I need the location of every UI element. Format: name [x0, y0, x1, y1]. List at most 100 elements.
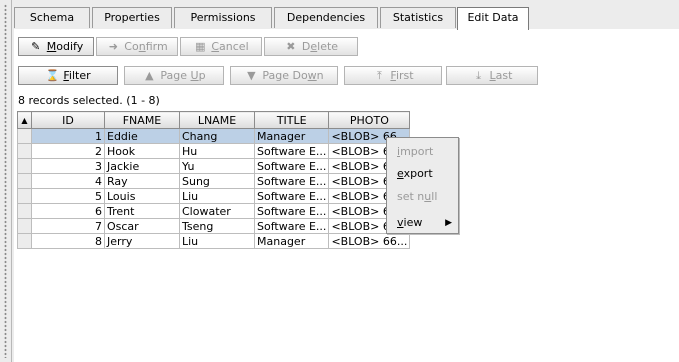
page-down-icon: ▼	[247, 68, 256, 82]
tab-dependencies[interactable]: Dependencies	[274, 7, 378, 28]
tab-label: Dependencies	[286, 11, 366, 24]
filter-button[interactable]: ⌛ Filter	[18, 66, 118, 85]
button-label: Page Down	[262, 69, 324, 82]
button-label: Modify	[46, 40, 84, 53]
cell-title[interactable]: Manager	[253, 128, 330, 144]
tab-schema[interactable]: Schema	[14, 7, 90, 28]
page-down-button[interactable]: ▼ Page Down	[230, 66, 338, 85]
row-header[interactable]	[17, 188, 32, 204]
tab-label: Schema	[29, 11, 75, 24]
row-header[interactable]	[17, 128, 32, 144]
header-row: ▲ ID FNAME LNAME TITLE PHOTO	[17, 111, 411, 129]
cell-lname[interactable]: Tseng	[179, 218, 255, 234]
grip-dots	[4, 4, 7, 358]
tab-properties[interactable]: Properties	[92, 7, 172, 28]
cancel-button[interactable]: ▦ Cancel	[180, 37, 262, 56]
last-button[interactable]: ⤓ Last	[446, 66, 538, 85]
cell-fname[interactable]: Jerry	[104, 233, 180, 249]
menu-item-set-null[interactable]: set null	[387, 187, 458, 207]
cell-id[interactable]: 4	[31, 173, 105, 189]
first-icon: ⤒	[376, 68, 382, 82]
confirm-icon: ➜	[108, 39, 118, 53]
row-header[interactable]	[17, 233, 32, 249]
table-row[interactable]: 6 Trent Clowater Software E... <BLOB> 66…	[17, 203, 411, 219]
cell-id[interactable]: 7	[31, 218, 105, 234]
table-row[interactable]: 8 Jerry Liu Manager <BLOB> 66...	[17, 233, 411, 249]
panel-resize-grip[interactable]	[0, 0, 12, 362]
page-up-button[interactable]: ▲ Page Up	[124, 66, 224, 85]
column-header-photo[interactable]: PHOTO	[328, 111, 411, 129]
cell-id[interactable]: 3	[31, 158, 105, 174]
cell-id[interactable]: 5	[31, 188, 105, 204]
table-row[interactable]: 2 Hook Hu Software E... <BLOB> 66...	[17, 143, 411, 159]
row-header[interactable]	[17, 218, 32, 234]
tab-bar: Schema Properties Permissions Dependenci…	[14, 7, 679, 30]
button-label: Delete	[301, 40, 339, 53]
modify-button[interactable]: ✎ Modify	[18, 37, 94, 56]
cell-lname[interactable]: Chang	[179, 128, 255, 144]
row-header[interactable]	[17, 158, 32, 174]
column-header-title[interactable]: TITLE	[253, 111, 330, 129]
filter-icon: ⌛	[45, 68, 60, 82]
tab-label: Properties	[104, 11, 160, 24]
cell-title[interactable]: Software E...	[253, 218, 330, 234]
row-header[interactable]	[17, 143, 32, 159]
cell-id[interactable]: 2	[31, 143, 105, 159]
cell-lname[interactable]: Hu	[179, 143, 255, 159]
tab-edit-data[interactable]: Edit Data	[457, 7, 529, 30]
table-row[interactable]: 3 Jackie Yu Software E... <BLOB> 66...	[17, 158, 411, 174]
delete-button[interactable]: ✖ Delete	[264, 37, 358, 56]
sort-indicator-icon[interactable]: ▲	[17, 111, 32, 129]
cell-photo[interactable]: <BLOB> 66...	[328, 233, 411, 249]
menu-item-import[interactable]: import	[387, 142, 458, 162]
row-header[interactable]	[17, 173, 32, 189]
button-label: Last	[489, 69, 513, 82]
tab-label: Permissions	[190, 11, 256, 24]
data-grid: ▲ ID FNAME LNAME TITLE PHOTO 1 Eddie Cha…	[17, 111, 411, 249]
cell-fname[interactable]: Hook	[104, 143, 180, 159]
table-row[interactable]: 1 Eddie Chang Manager <BLOB> 66...	[17, 128, 411, 144]
cell-fname[interactable]: Trent	[104, 203, 180, 219]
cell-fname[interactable]: Eddie	[104, 128, 180, 144]
button-label: Page Up	[160, 69, 206, 82]
row-header[interactable]	[17, 203, 32, 219]
page-up-icon: ▲	[145, 68, 154, 82]
edit-data-panel: ✎ Modify ➜ Confirm ▦ Cancel ✖ Delete ⌛ F…	[14, 29, 679, 362]
cancel-icon: ▦	[195, 39, 206, 53]
delete-icon: ✖	[286, 39, 296, 53]
cell-lname[interactable]: Sung	[179, 173, 255, 189]
cell-fname[interactable]: Oscar	[104, 218, 180, 234]
cell-title[interactable]: Software E...	[253, 158, 330, 174]
button-label: Cancel	[211, 40, 249, 53]
cell-id[interactable]: 1	[31, 128, 105, 144]
cell-title[interactable]: Software E...	[253, 143, 330, 159]
first-button[interactable]: ⤒ First	[344, 66, 442, 85]
cell-fname[interactable]: Jackie	[104, 158, 180, 174]
edit-icon: ✎	[31, 39, 41, 53]
submenu-arrow-icon: ▶	[445, 218, 452, 228]
cell-title[interactable]: Software E...	[253, 188, 330, 204]
cell-lname[interactable]: Liu	[179, 233, 255, 249]
table-row[interactable]: 4 Ray Sung Software E... <BLOB> 66...	[17, 173, 411, 189]
menu-item-view[interactable]: view ▶	[387, 213, 458, 233]
cell-title[interactable]: Software E...	[253, 173, 330, 189]
tab-permissions[interactable]: Permissions	[174, 7, 272, 28]
cell-id[interactable]: 6	[31, 203, 105, 219]
column-header-lname[interactable]: LNAME	[179, 111, 255, 129]
cell-lname[interactable]: Clowater	[179, 203, 255, 219]
column-header-id[interactable]: ID	[31, 111, 105, 129]
column-header-fname[interactable]: FNAME	[104, 111, 180, 129]
cell-title[interactable]: Manager	[253, 233, 330, 249]
menu-item-export[interactable]: export	[387, 164, 458, 184]
table-row[interactable]: 5 Louis Liu Software E... <BLOB> 66...	[17, 188, 411, 204]
tab-statistics[interactable]: Statistics	[380, 7, 456, 28]
records-status: 8 records selected. (1 - 8)	[18, 94, 160, 107]
cell-lname[interactable]: Liu	[179, 188, 255, 204]
confirm-button[interactable]: ➜ Confirm	[96, 37, 178, 56]
cell-fname[interactable]: Ray	[104, 173, 180, 189]
cell-title[interactable]: Software E...	[253, 203, 330, 219]
cell-id[interactable]: 8	[31, 233, 105, 249]
table-row[interactable]: 7 Oscar Tseng Software E... <BLOB> 66...	[17, 218, 411, 234]
cell-lname[interactable]: Yu	[179, 158, 255, 174]
cell-fname[interactable]: Louis	[104, 188, 180, 204]
